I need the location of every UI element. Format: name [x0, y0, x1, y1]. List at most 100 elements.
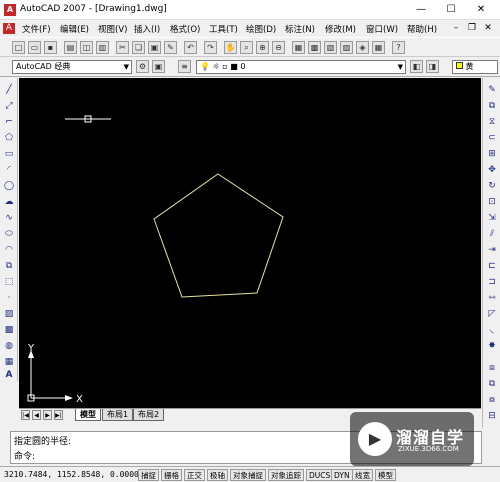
- menu-help[interactable]: 帮助(H): [407, 23, 437, 35]
- tool-palettes-icon[interactable]: ▧: [324, 41, 337, 54]
- ortho-toggle[interactable]: 正交: [184, 469, 205, 481]
- next-tab-icon[interactable]: ▶: [43, 410, 52, 420]
- menu-edit[interactable]: 编辑(E): [60, 23, 89, 35]
- maximize-button[interactable]: ☐: [440, 2, 462, 18]
- tab-layout2[interactable]: 布局2: [133, 409, 165, 421]
- explode-icon[interactable]: ✸: [486, 340, 498, 352]
- close-button[interactable]: ✕: [470, 2, 492, 18]
- draw-order-icon[interactable]: ⧈: [486, 362, 498, 374]
- array-icon[interactable]: ⊞: [486, 148, 498, 160]
- polyline-icon[interactable]: ⌐: [3, 116, 15, 128]
- workspace-select[interactable]: AutoCAD 经典 ▼: [12, 60, 132, 74]
- line-icon[interactable]: ╱: [3, 84, 15, 96]
- match-properties-icon[interactable]: ✎: [164, 41, 177, 54]
- menu-window[interactable]: 窗口(W): [366, 23, 398, 35]
- join-icon[interactable]: ⇿: [486, 292, 498, 304]
- bring-front-icon[interactable]: ⧉: [486, 378, 498, 390]
- zoom-window-icon[interactable]: ⊕: [256, 41, 269, 54]
- doc-close-button[interactable]: ✕: [482, 23, 494, 34]
- table-icon[interactable]: ▦: [3, 356, 15, 368]
- make-block-icon[interactable]: ⬚: [3, 276, 15, 288]
- move-icon[interactable]: ✥: [486, 164, 498, 176]
- erase-icon[interactable]: ✎: [486, 84, 498, 96]
- dyn-toggle[interactable]: DYN: [331, 469, 353, 481]
- copy-object-icon[interactable]: ⧉: [486, 100, 498, 112]
- menu-modify[interactable]: 修改(M): [325, 23, 356, 35]
- tab-model[interactable]: 模型: [75, 409, 101, 421]
- undo-icon[interactable]: ↶: [184, 41, 197, 54]
- otrack-toggle[interactable]: 对象追踪: [268, 469, 304, 481]
- ducs-toggle[interactable]: DUCS: [306, 469, 334, 481]
- first-tab-icon[interactable]: |◀: [21, 410, 30, 420]
- osnap-toggle[interactable]: 对象捕捉: [230, 469, 266, 481]
- construction-line-icon[interactable]: ⤢: [3, 100, 15, 112]
- copy-icon[interactable]: ❏: [132, 41, 145, 54]
- revision-cloud-icon[interactable]: ☁: [3, 196, 15, 208]
- ellipse-arc-icon[interactable]: ◠: [3, 244, 15, 256]
- publish-icon[interactable]: ▥: [96, 41, 109, 54]
- rectangle-icon[interactable]: ▭: [3, 148, 15, 160]
- zoom-previous-icon[interactable]: ⊖: [272, 41, 285, 54]
- doc-restore-button[interactable]: ❐: [466, 23, 478, 34]
- design-center-icon[interactable]: ▩: [308, 41, 321, 54]
- menu-draw[interactable]: 绘图(D): [246, 23, 276, 35]
- menu-insert[interactable]: 插入(I): [134, 23, 160, 35]
- layer-manager-icon[interactable]: ≡: [178, 60, 191, 73]
- plot-preview-icon[interactable]: ◫: [80, 41, 93, 54]
- send-back-icon[interactable]: ⧇: [486, 394, 498, 406]
- gradient-icon[interactable]: ▩: [3, 324, 15, 336]
- rotate-icon[interactable]: ↻: [486, 180, 498, 192]
- last-tab-icon[interactable]: ▶|: [54, 410, 63, 420]
- chamfer-icon[interactable]: ◸: [486, 308, 498, 320]
- command-prompt[interactable]: 命令:: [14, 449, 35, 462]
- workspace-settings-icon[interactable]: ⚙: [136, 60, 149, 73]
- trim-icon[interactable]: ⫽: [486, 228, 498, 240]
- polygon-icon[interactable]: ⬠: [3, 132, 15, 144]
- minimize-button[interactable]: —: [410, 2, 432, 18]
- menu-view[interactable]: 视图(V): [98, 23, 127, 35]
- layer-select[interactable]: 💡 ☼ ▫ ■ 0 ▼: [196, 60, 406, 74]
- mirror-icon[interactable]: ⧖: [486, 116, 498, 128]
- grid-toggle[interactable]: 栅格: [161, 469, 182, 481]
- layer-previous-icon[interactable]: ◨: [426, 60, 439, 73]
- spline-icon[interactable]: ∿: [3, 212, 15, 224]
- scale-icon[interactable]: ⊡: [486, 196, 498, 208]
- drawing-canvas[interactable]: Y X: [19, 78, 481, 408]
- menu-dimension[interactable]: 标注(N): [285, 23, 315, 35]
- save-icon[interactable]: ▪: [44, 41, 57, 54]
- polar-toggle[interactable]: 极轴: [207, 469, 228, 481]
- pan-icon[interactable]: ✋: [224, 41, 237, 54]
- menu-file[interactable]: 文件(F): [22, 23, 51, 35]
- circle-icon[interactable]: ◯: [3, 180, 15, 192]
- cut-icon[interactable]: ✂: [116, 41, 129, 54]
- region-icon[interactable]: ◍: [3, 340, 15, 352]
- properties-icon[interactable]: ▦: [292, 41, 305, 54]
- draw-order-text-icon[interactable]: ⊟: [486, 410, 498, 422]
- break-at-point-icon[interactable]: ⊏: [486, 260, 498, 272]
- markup-icon[interactable]: ◈: [356, 41, 369, 54]
- new-icon[interactable]: □: [12, 41, 25, 54]
- menu-format[interactable]: 格式(O): [170, 23, 200, 35]
- open-icon[interactable]: ▭: [28, 41, 41, 54]
- point-icon[interactable]: ·: [3, 292, 15, 304]
- calculator-icon[interactable]: ▦: [372, 41, 385, 54]
- hatch-icon[interactable]: ▨: [3, 308, 15, 320]
- model-toggle[interactable]: 模型: [375, 469, 396, 481]
- multiline-text-icon[interactable]: A: [3, 369, 15, 381]
- extend-icon[interactable]: ⇥: [486, 244, 498, 256]
- snap-toggle[interactable]: 捕捉: [138, 469, 159, 481]
- arc-icon[interactable]: ◜: [3, 164, 15, 176]
- offset-icon[interactable]: ⊂: [486, 132, 498, 144]
- fillet-icon[interactable]: ◟: [486, 324, 498, 336]
- plot-icon[interactable]: ▤: [64, 41, 77, 54]
- doc-minimize-button[interactable]: –: [450, 23, 462, 34]
- lineweight-toggle[interactable]: 线宽: [352, 469, 373, 481]
- ellipse-icon[interactable]: ⬭: [3, 228, 15, 240]
- sheet-set-icon[interactable]: ▨: [340, 41, 353, 54]
- prev-tab-icon[interactable]: ◀: [32, 410, 41, 420]
- paste-icon[interactable]: ▣: [148, 41, 161, 54]
- redo-icon[interactable]: ↷: [204, 41, 217, 54]
- document-icon[interactable]: A: [3, 23, 15, 34]
- tab-layout1[interactable]: 布局1: [102, 409, 134, 421]
- workspace-save-icon[interactable]: ▣: [152, 60, 165, 73]
